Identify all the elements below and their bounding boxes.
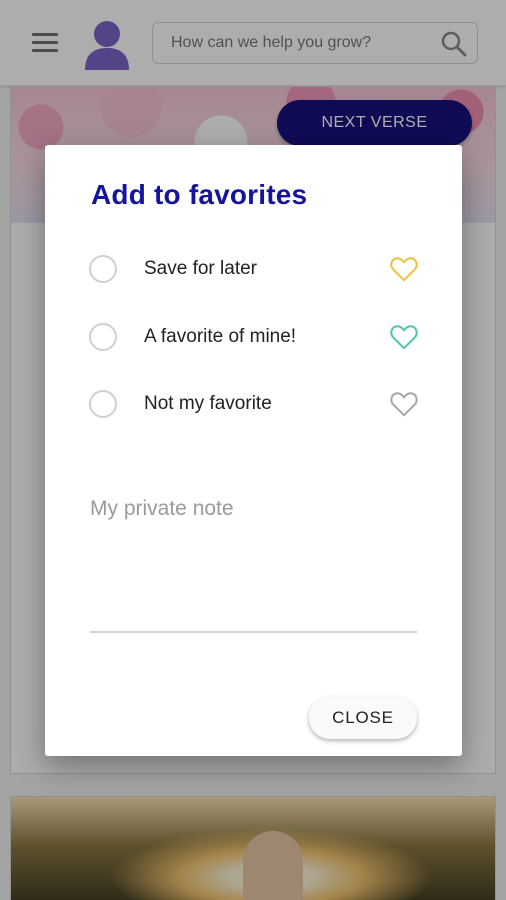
option-favorite-of-mine[interactable]: A favorite of mine!	[89, 315, 419, 355]
option-save-for-later[interactable]: Save for later	[89, 247, 419, 287]
option-label: Save for later	[144, 258, 257, 279]
close-button[interactable]: CLOSE	[309, 697, 417, 739]
heart-outline-icon	[390, 257, 418, 282]
option-not-my-favorite[interactable]: Not my favorite	[89, 382, 419, 422]
dialog-title: Add to favorites	[91, 179, 308, 210]
option-label: A favorite of mine!	[144, 326, 297, 347]
add-to-favorites-dialog: Add to favorites Save for later A favori…	[45, 145, 462, 756]
private-note-field[interactable]	[90, 495, 417, 633]
radio-button[interactable]	[89, 255, 117, 283]
heart-outline-icon	[390, 325, 418, 350]
radio-button[interactable]	[89, 390, 117, 418]
option-label: Not my favorite	[144, 393, 272, 414]
heart-outline-icon	[390, 392, 418, 417]
radio-button[interactable]	[89, 323, 117, 351]
